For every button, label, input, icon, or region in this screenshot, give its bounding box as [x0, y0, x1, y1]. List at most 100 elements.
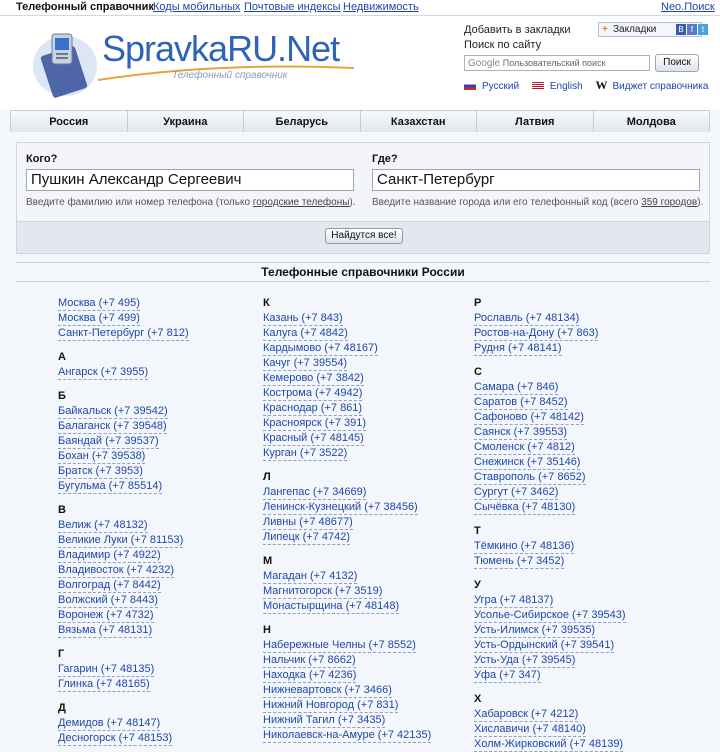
tab-latvia[interactable]: Латвия [477, 110, 594, 132]
city-link[interactable]: Набережные Челны (+7 8552) [263, 638, 416, 653]
city-link[interactable]: Саратов (+7 8452) [474, 395, 568, 410]
city-link[interactable]: Кардымово (+7 48167) [263, 341, 378, 356]
tab-belarus[interactable]: Беларусь [244, 110, 361, 132]
city-link[interactable]: Нижний Новгород (+7 831) [263, 698, 399, 713]
city-link[interactable]: Краснодар (+7 861) [263, 401, 363, 416]
city-row: Краснодар (+7 861) [263, 401, 431, 416]
city-link[interactable]: Ангарск (+7 3955) [58, 365, 149, 380]
social-icon-1[interactable]: B [676, 24, 686, 35]
city-link[interactable]: Волгоград (+7 8442) [58, 578, 161, 593]
cities-count-link[interactable]: 359 городов [641, 197, 697, 208]
link-mobile-codes[interactable]: Коды мобильных [153, 1, 240, 13]
city-link[interactable]: Магнитогорск (+7 3519) [263, 584, 383, 599]
city-link[interactable]: Гагарин (+7 48135) [58, 662, 155, 677]
city-link[interactable]: Братск (+7 3953) [58, 464, 143, 479]
link-postal-codes[interactable]: Почтовые индексы [244, 1, 341, 13]
link-real-estate[interactable]: Недвижимость [343, 1, 419, 13]
city-row: Усть-Уда (+7 39545) [474, 653, 626, 668]
city-link[interactable]: Тюмень (+7 3452) [474, 554, 565, 569]
city-link[interactable]: Магадан (+7 4132) [263, 569, 358, 584]
city-link[interactable]: Сафоново (+7 48142) [474, 410, 584, 425]
who-input[interactable]: Пушкин Александр Сергеевич [26, 169, 354, 191]
city-link[interactable]: Байкальск (+7 39542) [58, 404, 168, 419]
city-link[interactable]: Москва (+7 499) [58, 311, 140, 326]
city-link[interactable]: Монастырщина (+7 48148) [263, 599, 400, 614]
city-link[interactable]: Находка (+7 4236) [263, 668, 357, 683]
city-link[interactable]: Усть-Уда (+7 39545) [474, 653, 576, 668]
city-link[interactable]: Ставрополь (+7 8652) [474, 470, 586, 485]
city-link[interactable]: Вязьма (+7 48131) [58, 623, 153, 638]
add-bookmark-link[interactable]: Добавить в закладки [464, 24, 571, 36]
city-link[interactable]: Холм-Жирковский (+7 48139) [474, 737, 624, 752]
link-neo-search[interactable]: Neo.Поиск [661, 1, 715, 13]
city-link[interactable]: Нижний Тагил (+7 3435) [263, 713, 386, 728]
lang-russian[interactable]: Русский [482, 81, 519, 92]
tab-russia[interactable]: Россия [10, 110, 128, 132]
city-link[interactable]: Хиславичи (+7 48140) [474, 722, 586, 737]
city-link[interactable]: Владивосток (+7 4232) [58, 563, 175, 578]
city-link[interactable]: Нижневартовск (+7 3466) [263, 683, 392, 698]
city-link[interactable]: Красноярск (+7 391) [263, 416, 367, 431]
city-link[interactable]: Казань (+7 843) [263, 311, 343, 326]
city-link[interactable]: Владимир (+7 4922) [58, 548, 161, 563]
city-link[interactable]: Волжский (+7 8443) [58, 593, 159, 608]
city-link[interactable]: Угра (+7 48137) [474, 593, 554, 608]
city-link[interactable]: Бохан (+7 39538) [58, 449, 146, 464]
city-link[interactable]: Рудня (+7 48141) [474, 341, 562, 356]
who-hint: Введите фамилию или номер телефона (толь… [26, 197, 356, 208]
city-link[interactable]: Усолье-Сибирское (+7 39543) [474, 608, 626, 623]
where-hint-end: ). [697, 197, 704, 208]
city-link[interactable]: Ростов-на-Дону (+7 863) [474, 326, 599, 341]
city-link[interactable]: Николаевск-на-Амуре (+7 42135) [263, 728, 432, 743]
site-search-button[interactable]: Поиск [655, 54, 699, 72]
city-link[interactable]: Кемерово (+7 3842) [263, 371, 364, 386]
where-input[interactable]: Санкт-Петербург [372, 169, 700, 191]
city-phones-link[interactable]: городские телефоны [253, 197, 350, 208]
city-link[interactable]: Кострома (+7 4942) [263, 386, 363, 401]
city-link[interactable]: Лангепас (+7 34669) [263, 485, 367, 500]
city-link[interactable]: Воронеж (+7 4732) [58, 608, 154, 623]
city-link[interactable]: Калуга (+7 4842) [263, 326, 348, 341]
city-link[interactable]: Великие Луки (+7 81153) [58, 533, 184, 548]
city-link[interactable]: Самара (+7 846) [474, 380, 559, 395]
tab-moldova[interactable]: Молдова [593, 110, 710, 132]
city-link[interactable]: Глинка (+7 48165) [58, 677, 150, 692]
social-icon-3[interactable]: t [698, 24, 708, 35]
city-link[interactable]: Бугульма (+7 85514) [58, 479, 163, 494]
find-all-button[interactable]: Найдутся все! [325, 228, 403, 244]
city-link[interactable]: Балаганск (+7 39548) [58, 419, 167, 434]
city-link[interactable]: Усть-Ордынский (+7 39541) [474, 638, 615, 653]
city-link[interactable]: Тёмкино (+7 48136) [474, 539, 575, 554]
city-link[interactable]: Велиж (+7 48132) [58, 518, 148, 533]
city-link[interactable]: Смоленск (+7 4812) [474, 440, 575, 455]
city-link[interactable]: Сычёвка (+7 48130) [474, 500, 576, 515]
city-link[interactable]: Качуг (+7 39554) [263, 356, 348, 371]
city-link[interactable]: Ливны (+7 48677) [263, 515, 353, 530]
social-icon-2[interactable]: f [687, 24, 697, 35]
widget-link[interactable]: Виджет справочника [612, 81, 708, 92]
city-link[interactable]: Баяндай (+7 39537) [58, 434, 159, 449]
lang-english[interactable]: English [550, 81, 583, 92]
city-row: Находка (+7 4236) [263, 668, 431, 683]
city-link[interactable]: Демидов (+7 48147) [58, 716, 161, 731]
city-link[interactable]: Рославль (+7 48134) [474, 311, 580, 326]
city-link[interactable]: Красный (+7 48145) [263, 431, 364, 446]
city-link[interactable]: Хабаровск (+7 4212) [474, 707, 579, 722]
tab-ukraine[interactable]: Украина [127, 110, 244, 132]
city-link[interactable]: Усть-Илимск (+7 39535) [474, 623, 596, 638]
tab-kazakhstan[interactable]: Казахстан [360, 110, 477, 132]
city-link[interactable]: Ленинск-Кузнецкий (+7 38456) [263, 500, 418, 515]
city-link[interactable]: Снежинск (+7 35146) [474, 455, 581, 470]
city-link[interactable]: Курган (+7 3522) [263, 446, 348, 461]
city-link[interactable]: Десногорск (+7 48153) [58, 731, 173, 746]
city-link[interactable]: Санкт-Петербург (+7 812) [58, 326, 189, 341]
city-row: Рославль (+7 48134) [474, 311, 626, 326]
city-link[interactable]: Уфа (+7 347) [474, 668, 541, 683]
site-search-input[interactable]: Google Пользовательский поиск [464, 55, 650, 71]
city-link[interactable]: Липецк (+7 4742) [263, 530, 351, 545]
city-row: Бугульма (+7 85514) [58, 479, 189, 494]
city-link[interactable]: Сургут (+7 3462) [474, 485, 559, 500]
city-link[interactable]: Москва (+7 495) [58, 296, 140, 311]
city-link[interactable]: Нальчик (+7 8662) [263, 653, 356, 668]
city-link[interactable]: Саянск (+7 39553) [474, 425, 568, 440]
